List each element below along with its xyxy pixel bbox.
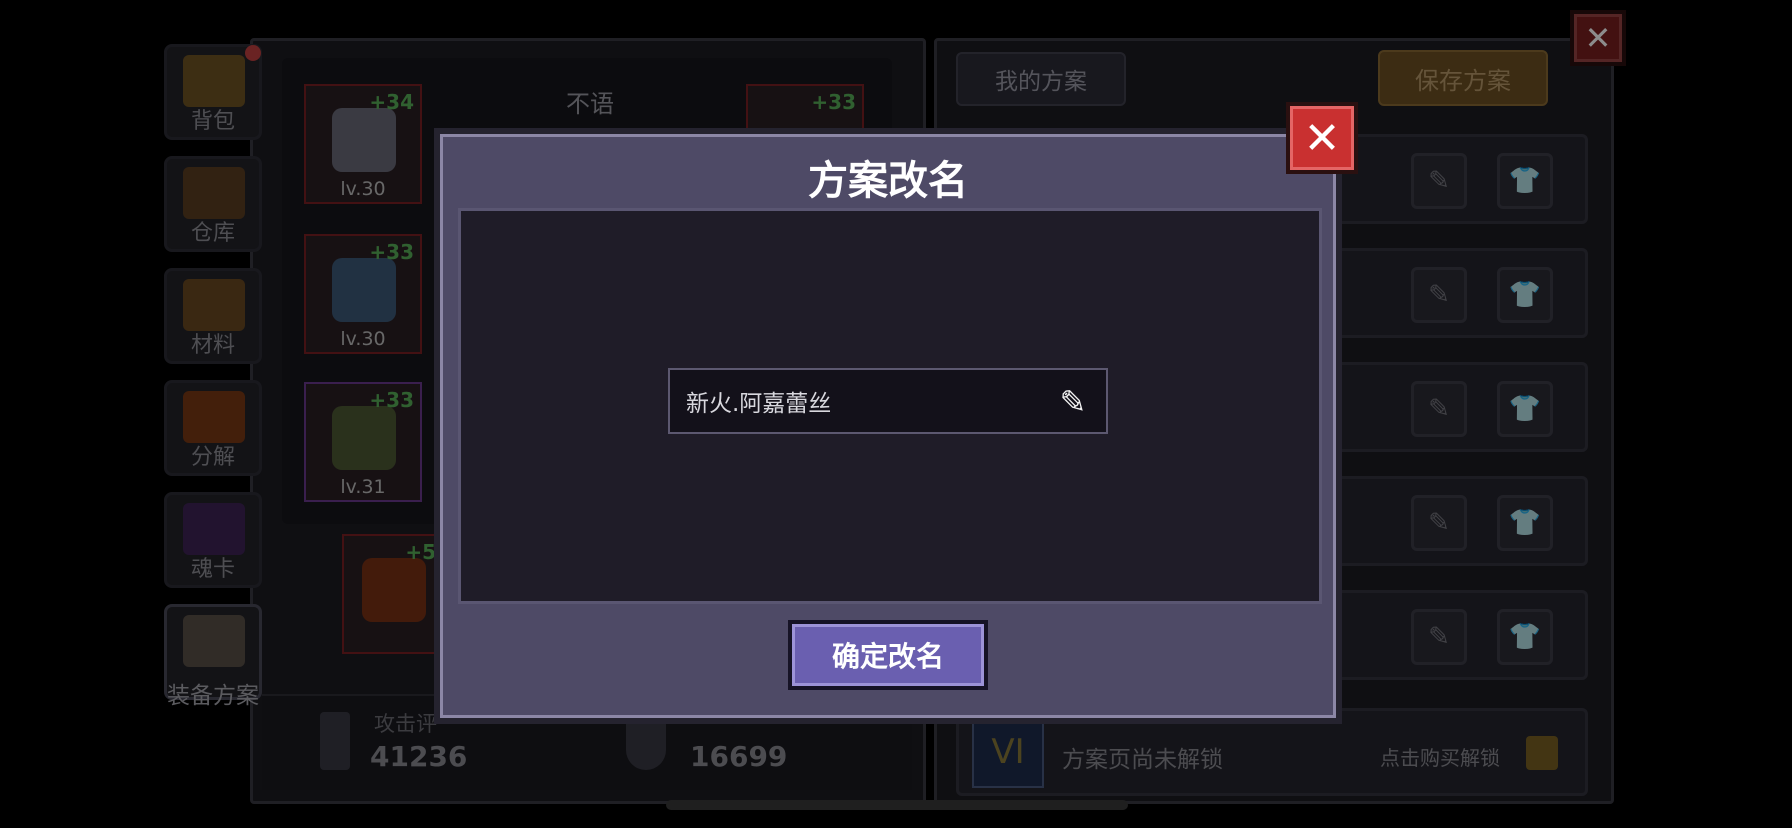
attack-value: 41236 — [370, 740, 468, 773]
attack-label: 攻击评 — [374, 712, 437, 736]
enhance-level: +33 — [811, 90, 856, 114]
plan-row: ✎ 👕 — [1330, 248, 1588, 338]
weapon-icon — [362, 558, 426, 622]
shield-icon — [626, 716, 666, 770]
soul-card-icon — [183, 503, 245, 555]
edit-icon: ✎ — [1428, 622, 1450, 652]
enhance-level: +33 — [369, 388, 414, 412]
defense-value: 16699 — [690, 740, 788, 773]
plan-row: ✎ 👕 — [1330, 362, 1588, 452]
rename-plan-button[interactable]: ✎ — [1411, 609, 1467, 665]
locked-text: 方案页尚未解锁 — [1062, 747, 1223, 773]
materials-icon — [183, 279, 245, 331]
close-icon: ✕ — [1303, 112, 1341, 164]
equipment-slot[interactable]: +5 — [342, 534, 440, 654]
close-panel-button[interactable]: ✕ — [1570, 10, 1626, 66]
tab-materials[interactable]: 材料 — [164, 268, 262, 364]
equipment-slot[interactable]: +34 lv.30 — [304, 84, 422, 204]
shirt-icon: 👕 — [1508, 166, 1542, 196]
item-level: lv.30 — [340, 328, 386, 350]
tab-my-plans[interactable]: 我的方案 — [956, 52, 1126, 106]
lock-icon — [1526, 736, 1558, 770]
tab-label: 装备方案 — [167, 683, 259, 709]
armor-icon — [332, 258, 396, 322]
edit-icon: ✎ — [1428, 508, 1450, 538]
plan-row: ✎ 👕 — [1330, 590, 1588, 680]
tab-label: 魂卡 — [190, 557, 235, 582]
equipment-slot[interactable]: +33 lv.30 — [304, 234, 422, 354]
enhance-level: +33 — [369, 240, 414, 264]
warehouse-icon — [183, 167, 245, 219]
edit-icon: ✎ — [1428, 166, 1450, 196]
item-level: lv.30 — [340, 178, 386, 200]
rename-plan-button[interactable]: ✎ — [1411, 267, 1467, 323]
sword-icon — [320, 712, 350, 770]
rename-plan-button[interactable]: ✎ — [1411, 495, 1467, 551]
plan-row: ✎ 👕 — [1330, 476, 1588, 566]
rename-plan-button[interactable]: ✎ — [1411, 381, 1467, 437]
enhance-level: +5 — [405, 540, 436, 564]
character-name: 不语 — [566, 90, 614, 118]
shirt-icon: 👕 — [1508, 508, 1542, 538]
pencil-icon[interactable]: ✎ — [1050, 380, 1096, 424]
tab-label: 材料 — [190, 333, 235, 358]
confirm-rename-button[interactable]: 确定改名 — [788, 620, 988, 690]
dialog-title: 方案改名 — [808, 158, 968, 204]
apply-plan-button[interactable]: 👕 — [1497, 267, 1553, 323]
enhance-level: +34 — [369, 90, 414, 114]
edit-icon: ✎ — [1428, 280, 1450, 310]
tab-label: 背包 — [190, 109, 235, 134]
legs-icon — [332, 406, 396, 470]
equipment-slot[interactable]: +33 lv.31 — [304, 382, 422, 502]
shirt-icon: 👕 — [1508, 394, 1542, 424]
tab-decompose[interactable]: 分解 — [164, 380, 262, 476]
notification-dot — [245, 45, 261, 61]
tab-label: 分解 — [190, 445, 235, 470]
apply-plan-button[interactable]: 👕 — [1497, 153, 1553, 209]
home-indicator — [666, 800, 1128, 810]
helmet-icon — [332, 108, 396, 172]
save-plan-button[interactable]: 保存方案 — [1378, 50, 1548, 106]
shirt-icon: 👕 — [1508, 280, 1542, 310]
apply-plan-button[interactable]: 👕 — [1497, 609, 1553, 665]
shirt-icon: 👕 — [1508, 622, 1542, 652]
equipment-plan-icon — [183, 615, 245, 667]
plan-name-input[interactable]: 新火.阿嘉蕾丝 ✎ — [668, 368, 1108, 434]
tab-warehouse[interactable]: 仓库 — [164, 156, 262, 252]
close-dialog-button[interactable]: ✕ — [1286, 102, 1358, 174]
item-level: lv.31 — [340, 476, 386, 498]
close-icon: ✕ — [1584, 19, 1612, 57]
unlock-text[interactable]: 点击购买解锁 — [1380, 742, 1500, 771]
plan-row: ✎ 👕 — [1330, 134, 1588, 224]
backpack-icon — [183, 55, 245, 107]
plan-page-badge: VI — [972, 716, 1044, 788]
apply-plan-button[interactable]: 👕 — [1497, 495, 1553, 551]
decompose-icon — [183, 391, 245, 443]
edit-icon: ✎ — [1428, 394, 1450, 424]
tab-label: 仓库 — [190, 221, 235, 246]
plan-name-value: 新火.阿嘉蕾丝 — [686, 391, 832, 417]
apply-plan-button[interactable]: 👕 — [1497, 381, 1553, 437]
tab-soul-cards[interactable]: 魂卡 — [164, 492, 262, 588]
rename-plan-button[interactable]: ✎ — [1411, 153, 1467, 209]
